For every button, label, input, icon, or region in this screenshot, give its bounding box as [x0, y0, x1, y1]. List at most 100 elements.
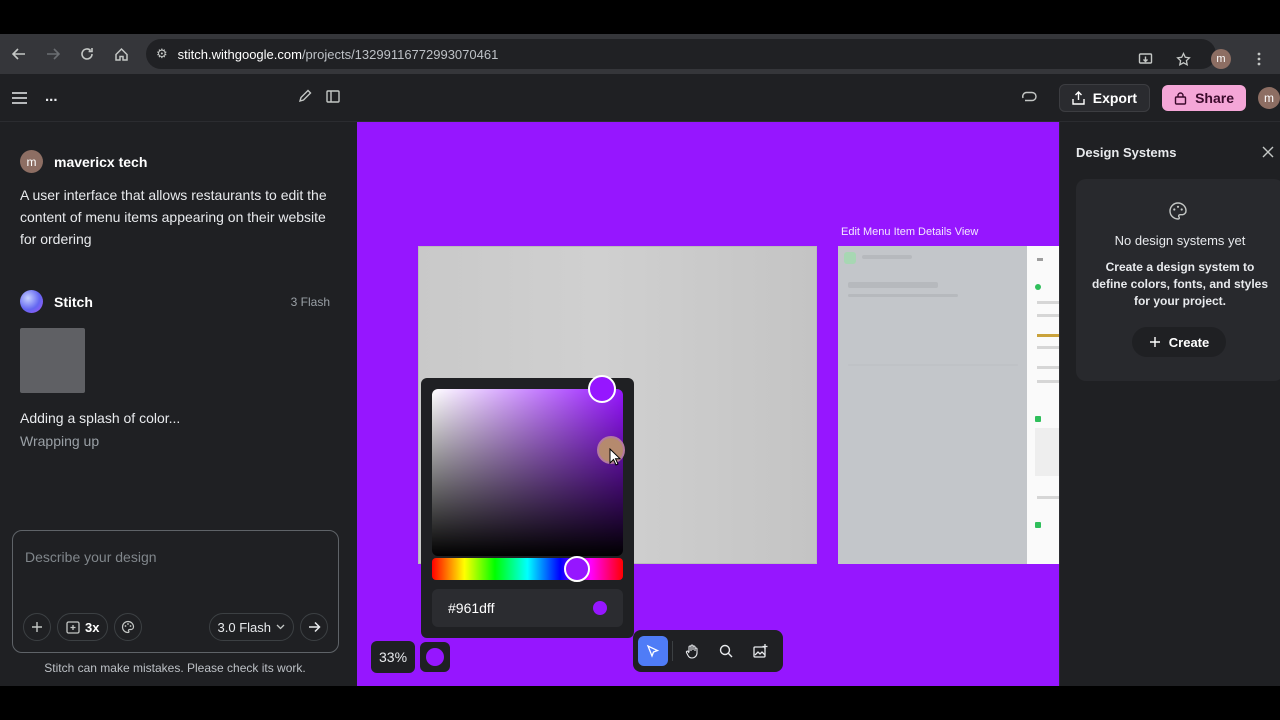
bookmark-star-icon[interactable]	[1166, 42, 1200, 76]
ghost-text	[1037, 314, 1059, 317]
add-image-tool-button[interactable]	[745, 636, 775, 666]
screen: ⚙ stitch.withgoogle.com/projects/1329911…	[0, 0, 1280, 720]
frame-logo-icon	[844, 252, 856, 264]
assistant-name: Stitch	[54, 293, 93, 310]
generated-screen-thumbnail[interactable]	[20, 328, 85, 393]
ghost-text	[1037, 346, 1059, 349]
ghost-text	[862, 255, 912, 259]
saturation-handle[interactable]	[587, 375, 616, 403]
hex-value: #961dff	[448, 600, 495, 616]
image-add-icon	[752, 644, 767, 658]
ghost-text	[1037, 301, 1059, 304]
variants-button[interactable]: 3x	[57, 613, 109, 641]
plus-icon	[32, 622, 42, 632]
select-tool-button[interactable]	[638, 636, 668, 666]
status-line-primary: Adding a splash of color...	[20, 410, 181, 426]
status-line-secondary: Wrapping up	[20, 433, 100, 449]
undo-history-icon[interactable]	[1021, 89, 1037, 107]
create-design-system-button[interactable]: Create	[1132, 327, 1226, 357]
home-icon[interactable]	[104, 37, 138, 71]
panel-title: Design Systems	[1076, 145, 1177, 160]
back-icon[interactable]	[2, 37, 36, 71]
design-systems-panel: Design Systems No design systems yet Cre…	[1059, 122, 1280, 686]
profile-avatar[interactable]: m	[1204, 42, 1238, 76]
hand-tool-button[interactable]	[677, 636, 707, 666]
hex-input[interactable]: #961dff	[432, 589, 623, 627]
screen-frame-edit-menu-item[interactable]	[838, 246, 1059, 564]
assistant-header: Stitch 3 Flash	[20, 290, 330, 313]
empty-state-card: No design systems yet Create a design sy…	[1076, 179, 1280, 381]
ghost-text	[848, 294, 958, 297]
edit-pencil-icon[interactable]	[298, 89, 312, 107]
site-info-icon[interactable]: ⚙	[156, 46, 168, 62]
disclaimer: Stitch can make mistakes. Please check i…	[44, 661, 306, 675]
frame-left-pane	[838, 246, 1027, 564]
ghost-text	[848, 364, 1018, 366]
url-path: /projects/13299116772993070461	[301, 46, 499, 62]
project-options-button[interactable]: ...	[45, 88, 58, 105]
status-dot	[1035, 284, 1041, 290]
frame-right-pane	[1027, 246, 1059, 564]
stitch-logo-icon	[20, 290, 43, 313]
reload-icon[interactable]	[70, 37, 104, 71]
image-placeholder	[1035, 428, 1059, 476]
ghost-text	[1037, 366, 1059, 369]
arrow-right-icon	[308, 621, 321, 633]
user-message: A user interface that allows restaurants…	[20, 187, 327, 247]
zoom-level[interactable]: 33%	[371, 641, 416, 673]
color-swatch-icon	[426, 648, 444, 666]
model-selector[interactable]: 3.0 Flash	[208, 613, 294, 641]
hamburger-menu-icon[interactable]	[12, 88, 27, 109]
user-message-header: m mavericx tech	[20, 150, 147, 173]
canvas-color-button[interactable]	[420, 642, 450, 672]
ghost-text	[1037, 258, 1043, 261]
hue-handle[interactable]	[564, 556, 591, 582]
profile-initial: m	[1211, 49, 1231, 69]
plus-icon	[1149, 337, 1160, 347]
search-icon	[719, 644, 733, 658]
color-picker: #961dff	[421, 375, 634, 638]
prompt-box[interactable]: Describe your design 3x 3.0 Flash	[12, 530, 339, 653]
zoom-tool-button[interactable]	[711, 636, 741, 666]
forward-icon[interactable]	[36, 37, 70, 71]
export-button[interactable]: Export	[1058, 84, 1151, 112]
browser-menu-icon[interactable]	[1242, 42, 1276, 76]
export-label: Export	[1092, 90, 1138, 106]
palette-icon	[122, 620, 135, 634]
model-selector-label: 3.0 Flash	[217, 619, 271, 635]
add-attachment-button[interactable]	[23, 613, 51, 641]
toggle-sidebar-icon[interactable]	[326, 89, 340, 107]
palette-icon	[1168, 201, 1188, 226]
toolbar-divider	[672, 641, 673, 661]
url-domain: stitch.withgoogle.com	[177, 46, 302, 62]
mouse-pointer-icon	[609, 447, 622, 471]
empty-state-description: Create a design system to define colors,…	[1091, 260, 1269, 308]
prompt-input[interactable]: Describe your design	[25, 549, 157, 565]
user-avatar: m	[20, 150, 43, 173]
create-label: Create	[1168, 334, 1210, 350]
hand-icon	[685, 643, 698, 659]
status-dot	[1035, 522, 1041, 528]
frame-title[interactable]: Edit Menu Item Details View	[841, 226, 978, 238]
design-canvas[interactable]: Edit Menu Item Details View #961dff 33%	[357, 122, 1059, 686]
ghost-text	[848, 282, 938, 288]
variants-icon	[66, 620, 80, 634]
account-avatar[interactable]: m	[1258, 87, 1280, 109]
empty-state-heading: No design systems yet	[1114, 233, 1246, 248]
current-color-swatch	[593, 601, 607, 615]
address-bar[interactable]: ⚙ stitch.withgoogle.com/projects/1329911…	[146, 39, 1261, 69]
send-button[interactable]	[300, 613, 328, 641]
user-name: mavericx tech	[54, 153, 148, 170]
lock-share-icon	[1174, 91, 1187, 105]
app-header: ... Export Share m	[0, 74, 1280, 122]
saturation-brightness-area[interactable]	[432, 375, 625, 556]
hue-slider[interactable]	[432, 556, 623, 582]
theme-palette-button[interactable]	[114, 613, 143, 641]
canvas-toolbar	[633, 630, 783, 672]
browser-toolbar: ⚙ stitch.withgoogle.com/projects/1329911…	[0, 34, 1280, 74]
cursor-select-icon	[646, 644, 660, 658]
share-button[interactable]: Share	[1162, 85, 1246, 111]
ghost-text	[1037, 496, 1059, 499]
close-icon[interactable]	[1262, 142, 1274, 163]
install-app-icon[interactable]	[1128, 42, 1162, 76]
